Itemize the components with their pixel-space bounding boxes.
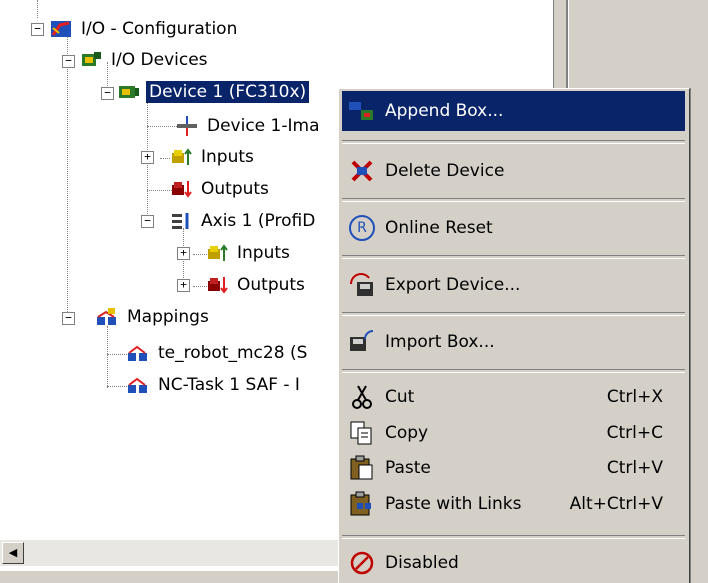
inputs-icon (206, 243, 228, 263)
menu-item-label: Copy (385, 423, 429, 443)
expander-inputs[interactable]: + (141, 151, 154, 164)
menu-item-label: Disabled (385, 553, 459, 573)
tree-node-io-configuration[interactable]: I/O - Configuration (50, 16, 240, 42)
scissors-icon (347, 382, 377, 412)
tree-node-label: Mappings (127, 307, 209, 327)
menu-item-import-box[interactable]: Import Box... (342, 320, 685, 364)
mappings-icon (96, 307, 118, 327)
menu-item-shortcut: Ctrl+X (606, 387, 663, 407)
tree-node-axis-inputs[interactable]: Inputs (206, 240, 293, 266)
device-card-icon (118, 82, 140, 102)
tree-node-device1-image[interactable]: Device 1-Ima (176, 113, 322, 139)
tree-node-label: Device 1 (FC310x) (146, 81, 310, 103)
tree-line (107, 326, 108, 388)
menu-item-label: Paste (385, 458, 431, 478)
expander-mappings[interactable]: − (62, 312, 75, 325)
expander-axis1[interactable]: − (141, 215, 154, 228)
tree-node-label: Device 1-Ima (207, 116, 320, 136)
tree-node-label: NC-Task 1 SAF - I (158, 375, 300, 395)
tree-node-label: I/O Devices (111, 50, 208, 70)
context-menu: Append Box... Delete Device R Online Res… (338, 88, 690, 583)
reset-icon: R (347, 213, 377, 243)
menu-item-cut[interactable]: Cut Ctrl+X (342, 380, 685, 414)
reset-glyph: R (349, 215, 375, 241)
menu-item-copy[interactable]: Copy Ctrl+C (342, 416, 685, 450)
tree-node-label: te_robot_mc28 (S (158, 343, 308, 363)
tree-line (107, 386, 127, 387)
tree-node-label: Inputs (237, 243, 290, 263)
menu-separator (342, 255, 685, 259)
tree-node-inputs[interactable]: Inputs (170, 144, 257, 170)
tree-line (147, 190, 172, 191)
horizontal-scrollbar[interactable]: ◀ (0, 540, 340, 566)
menu-item-label: Paste with Links (385, 494, 522, 514)
tree-node-mapping1[interactable]: te_robot_mc28 (S (127, 340, 310, 366)
tree-line (67, 36, 68, 318)
menu-separator (342, 369, 685, 373)
io-config-icon (50, 19, 72, 39)
tree-node-label: Inputs (201, 147, 254, 167)
menu-separator (342, 140, 685, 144)
menu-item-paste[interactable]: Paste Ctrl+V (342, 451, 685, 485)
tree-node-mappings[interactable]: Mappings (96, 304, 212, 330)
menu-separator (342, 198, 685, 202)
tree-node-label: Outputs (237, 275, 305, 295)
menu-separator (342, 535, 685, 539)
outputs-icon (170, 179, 192, 199)
device-folder-icon (80, 50, 102, 70)
tree-node-device1[interactable]: Device 1 (FC310x) (118, 79, 310, 105)
menu-item-export-device[interactable]: Export Device... (342, 263, 685, 307)
expander-io-devices[interactable]: − (62, 55, 75, 68)
menu-item-label: Import Box... (385, 332, 495, 352)
tree-node-label: I/O - Configuration (81, 19, 238, 39)
menu-item-label: Cut (385, 387, 415, 407)
menu-item-shortcut: Alt+Ctrl+V (569, 494, 663, 514)
expander-device1[interactable]: − (101, 87, 114, 100)
delete-icon (347, 156, 377, 186)
import-icon (347, 327, 377, 357)
menu-item-shortcut: Ctrl+V (606, 458, 663, 478)
export-icon (347, 270, 377, 300)
menu-item-paste-with-links[interactable]: Paste with Links Alt+Ctrl+V (342, 487, 685, 521)
process-image-icon (176, 116, 198, 136)
menu-item-shortcut: Ctrl+C (606, 423, 663, 443)
menu-item-disabled[interactable]: Disabled (342, 543, 685, 583)
tree-node-axis1[interactable]: Axis 1 (ProfiD (170, 208, 318, 234)
append-box-icon (347, 96, 377, 126)
menu-item-label: Online Reset (385, 218, 493, 238)
axis-icon (170, 211, 192, 231)
menu-item-online-reset[interactable]: R Online Reset (342, 206, 685, 250)
expander-root[interactable]: − (31, 23, 44, 36)
menu-item-label: Delete Device (385, 161, 505, 181)
disabled-icon (347, 548, 377, 578)
paste-links-icon (347, 489, 377, 519)
tree-node-label: Outputs (201, 179, 269, 199)
mapping-icon (127, 375, 149, 395)
menu-item-delete-device[interactable]: Delete Device (342, 149, 685, 193)
mapping-icon (127, 343, 149, 363)
tree-node-outputs[interactable]: Outputs (170, 176, 272, 202)
tree-node-mapping2[interactable]: NC-Task 1 SAF - I (127, 372, 303, 398)
menu-separator (342, 312, 685, 316)
outputs-icon (206, 275, 228, 295)
menu-item-append-box[interactable]: Append Box... (342, 91, 685, 131)
tree-node-label: Axis 1 (ProfiD (201, 211, 316, 231)
tree-line (193, 286, 207, 287)
menu-item-label: Export Device... (385, 275, 521, 295)
menu-item-label: Append Box... (385, 101, 504, 121)
scroll-left-arrow-icon[interactable]: ◀ (2, 542, 24, 564)
paste-icon (347, 453, 377, 483)
copy-icon (347, 418, 377, 448)
tree-line (160, 158, 170, 159)
tree-line (147, 126, 177, 127)
tree-line (37, 0, 38, 18)
expander-axis-inputs[interactable]: + (177, 247, 190, 260)
inputs-icon (170, 147, 192, 167)
tree-line (193, 254, 207, 255)
tree-line (107, 354, 127, 355)
tree-node-axis-outputs[interactable]: Outputs (206, 272, 308, 298)
tree-node-io-devices[interactable]: I/O Devices (80, 47, 211, 73)
expander-axis-outputs[interactable]: + (177, 279, 190, 292)
